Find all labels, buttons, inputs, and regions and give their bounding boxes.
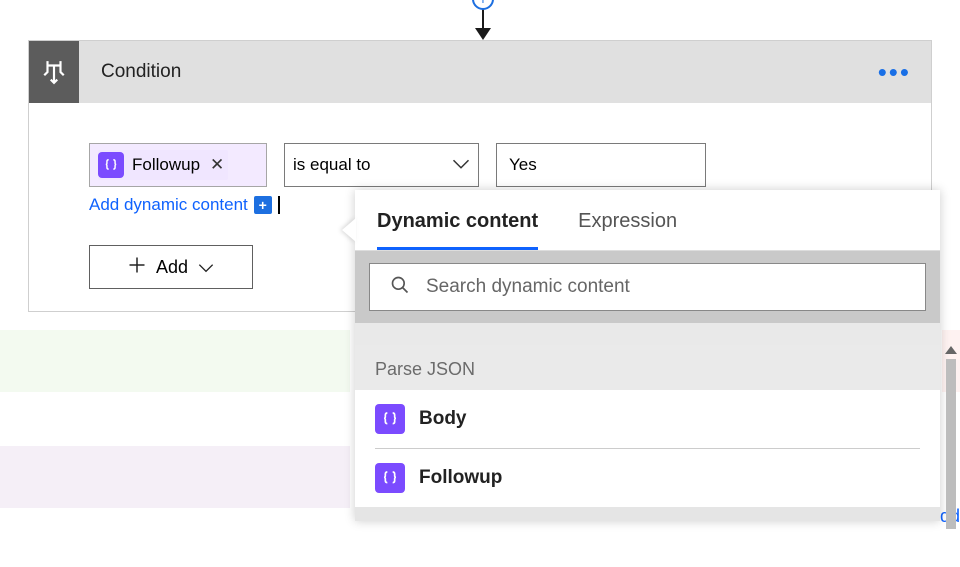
- search-icon: [390, 275, 410, 300]
- remove-token-icon[interactable]: ✕: [210, 155, 224, 175]
- dynamic-content-plus-icon[interactable]: +: [254, 196, 272, 214]
- token-followup: Followup ✕: [98, 150, 228, 180]
- section-header: Parse JSON: [355, 345, 940, 390]
- scroll-up-icon[interactable]: [945, 346, 957, 354]
- item-label: Followup: [419, 467, 502, 489]
- arrow-down-icon: [475, 28, 491, 40]
- add-condition-button[interactable]: Add: [89, 245, 253, 289]
- tab-dynamic-content[interactable]: Dynamic content: [377, 210, 538, 250]
- flow-connector: +: [470, 0, 496, 40]
- condition-row: Followup ✕ is equal to Yes: [89, 143, 871, 187]
- chevron-down-icon: [452, 155, 470, 175]
- token-label: Followup: [132, 155, 200, 175]
- json-token-icon: [375, 463, 405, 493]
- card-title: Condition: [79, 61, 858, 83]
- condition-value-input[interactable]: Yes: [496, 143, 706, 187]
- condition-operator-select[interactable]: is equal to: [284, 143, 479, 187]
- tab-expression[interactable]: Expression: [578, 210, 677, 250]
- flyout-pointer-icon: [342, 218, 356, 242]
- add-button-label: Add: [156, 257, 188, 278]
- condition-left-operand[interactable]: Followup ✕: [89, 143, 267, 187]
- dynamic-content-item-body[interactable]: Body: [355, 390, 940, 448]
- card-menu-button[interactable]: •••: [858, 57, 931, 88]
- add-dynamic-content-link[interactable]: Add dynamic content: [89, 195, 248, 215]
- json-token-icon: [375, 404, 405, 434]
- item-label: Body: [419, 408, 467, 430]
- text-caret-icon: [278, 196, 280, 214]
- condition-icon: [29, 41, 79, 103]
- search-input[interactable]: [369, 263, 926, 311]
- dynamic-content-item-followup[interactable]: Followup: [355, 449, 940, 507]
- card-header: Condition •••: [29, 41, 931, 103]
- operator-label: is equal to: [293, 155, 371, 175]
- dynamic-content-flyout: Dynamic content Expression Parse JSON Bo…: [355, 190, 940, 521]
- add-step-circle-icon[interactable]: +: [472, 0, 494, 10]
- value-text: Yes: [509, 155, 537, 175]
- json-token-icon: [98, 152, 124, 178]
- scroll-thumb[interactable]: [946, 359, 956, 529]
- plus-icon: [128, 256, 146, 279]
- search-field[interactable]: [426, 276, 905, 298]
- chevron-down-icon: [198, 257, 214, 278]
- scrollbar[interactable]: [942, 346, 960, 546]
